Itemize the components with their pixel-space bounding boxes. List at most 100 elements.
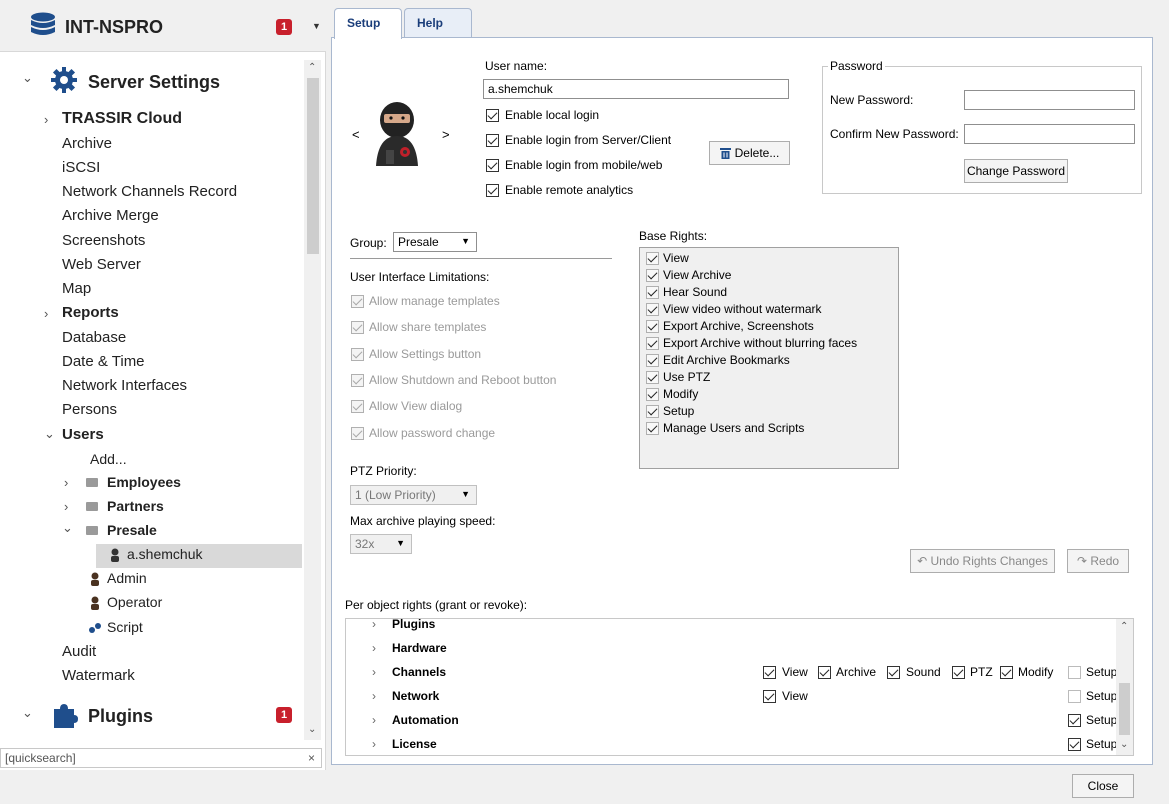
right-setup-checkbox[interactable] xyxy=(646,405,659,418)
undo-rights-button[interactable]: ↶ Undo Rights Changes xyxy=(910,549,1055,573)
chevron-right-icon[interactable]: › xyxy=(64,499,68,514)
tree-item-persons[interactable]: Persons xyxy=(62,401,117,418)
chevron-down-icon[interactable]: ⌄ xyxy=(22,705,33,721)
scroll-up-icon[interactable]: ⌃ xyxy=(308,62,316,73)
tree-item-screenshots[interactable]: Screenshots xyxy=(62,232,145,249)
new-password-field[interactable] xyxy=(964,90,1135,110)
object-row-plugins[interactable]: › Plugins xyxy=(346,619,1116,637)
confirm-password-field[interactable] xyxy=(964,124,1135,144)
right-view-no-watermark-checkbox[interactable] xyxy=(646,303,659,316)
channels-view-checkbox[interactable] xyxy=(763,666,776,679)
tree-item-plugins[interactable]: Plugins xyxy=(88,706,153,727)
enable-login-mobile-web-checkbox[interactable] xyxy=(486,159,499,172)
allow-manage-templates-checkbox[interactable] xyxy=(351,295,364,308)
group-select[interactable]: Presale ▼ xyxy=(393,232,477,252)
username-field[interactable]: a.shemchuk xyxy=(483,79,789,99)
sidebar-scrollbar[interactable]: ⌃ ⌄ xyxy=(304,60,321,740)
allow-password-change-checkbox[interactable] xyxy=(351,427,364,440)
right-edit-bookmarks-checkbox[interactable] xyxy=(646,354,659,367)
tree-item-iscsi[interactable]: iSCSI xyxy=(62,159,100,176)
max-speed-select[interactable]: 32x ▼ xyxy=(350,534,412,554)
tree-item-admin[interactable]: Admin xyxy=(107,570,147,586)
delete-button[interactable]: Delete... xyxy=(709,141,790,165)
right-view-archive-checkbox[interactable] xyxy=(646,269,659,282)
tree-item-a-shemchuk[interactable]: a.shemchuk xyxy=(127,546,202,562)
tree-item-archive-merge[interactable]: Archive Merge xyxy=(62,207,159,224)
tree-item-network-interfaces[interactable]: Network Interfaces xyxy=(62,377,187,394)
tree-item-network-channels-record[interactable]: Network Channels Record xyxy=(62,183,237,200)
allow-settings-button-checkbox[interactable] xyxy=(351,348,364,361)
tree-item-add-user[interactable]: Add... xyxy=(90,451,127,467)
chevron-down-icon[interactable]: ⌄ xyxy=(44,426,55,442)
channels-setup-checkbox[interactable] xyxy=(1068,666,1081,679)
right-modify-checkbox[interactable] xyxy=(646,388,659,401)
chevron-right-icon[interactable]: › xyxy=(372,689,376,703)
scroll-down-icon[interactable]: ⌄ xyxy=(308,724,316,735)
tab-setup[interactable]: Setup xyxy=(334,8,402,39)
channels-archive-checkbox[interactable] xyxy=(818,666,831,679)
enable-local-login-checkbox[interactable] xyxy=(486,109,499,122)
close-button[interactable]: Close xyxy=(1072,774,1134,798)
allow-view-dialog-checkbox[interactable] xyxy=(351,400,364,413)
chevron-down-icon[interactable]: ⌄ xyxy=(22,70,33,86)
tree-item-database[interactable]: Database xyxy=(62,329,126,346)
right-hear-sound-checkbox[interactable] xyxy=(646,286,659,299)
chevron-right-icon[interactable]: › xyxy=(64,475,68,490)
chevron-right-icon[interactable]: › xyxy=(44,306,48,321)
quicksearch-input[interactable]: [quicksearch] × xyxy=(0,748,322,768)
ninja-avatar-icon[interactable] xyxy=(372,98,422,168)
server-header[interactable]: INT-NSPRO 1 ▼ xyxy=(0,0,326,52)
tree-item-web-server[interactable]: Web Server xyxy=(62,256,141,273)
tree-item-partners[interactable]: Partners xyxy=(107,498,164,514)
chevron-right-icon[interactable]: › xyxy=(372,737,376,751)
tree-item-operator[interactable]: Operator xyxy=(107,594,162,610)
tree-item-reports[interactable]: Reports xyxy=(62,304,119,321)
license-setup-checkbox[interactable] xyxy=(1068,738,1081,751)
chevron-down-icon[interactable]: ▼ xyxy=(312,21,321,31)
object-row-network[interactable]: › Network View Setup xyxy=(346,685,1117,709)
tree-item-presale[interactable]: Presale xyxy=(107,522,157,538)
object-row-automation[interactable]: › Automation Setup xyxy=(346,709,1117,733)
tab-help[interactable]: Help xyxy=(404,8,472,38)
prev-avatar-button[interactable]: < xyxy=(352,127,360,142)
clear-icon[interactable]: × xyxy=(308,751,315,765)
object-row-channels[interactable]: › Channels View Archive Sound PTZ Modify… xyxy=(346,661,1117,685)
chevron-right-icon[interactable]: › xyxy=(372,713,376,727)
right-export-no-blur-checkbox[interactable] xyxy=(646,337,659,350)
chevron-right-icon[interactable]: › xyxy=(44,112,48,127)
tree-item-script[interactable]: Script xyxy=(107,619,143,635)
chevron-down-icon[interactable]: ⌄ xyxy=(62,520,73,536)
scrollbar-thumb[interactable] xyxy=(1119,683,1130,735)
scroll-down-icon[interactable]: ⌄ xyxy=(1120,739,1128,750)
allow-share-templates-checkbox[interactable] xyxy=(351,321,364,334)
chevron-right-icon[interactable]: › xyxy=(372,641,376,655)
right-use-ptz-checkbox[interactable] xyxy=(646,371,659,384)
allow-shutdown-reboot-checkbox[interactable] xyxy=(351,374,364,387)
tree-item-watermark[interactable]: Watermark xyxy=(62,667,135,684)
channels-modify-checkbox[interactable] xyxy=(1000,666,1013,679)
tree-item-server-settings[interactable]: Server Settings xyxy=(88,72,220,93)
chevron-right-icon[interactable]: › xyxy=(372,665,376,679)
tree-item-date-time[interactable]: Date & Time xyxy=(62,353,145,370)
next-avatar-button[interactable]: > xyxy=(442,127,450,142)
network-view-checkbox[interactable] xyxy=(763,690,776,703)
enable-login-server-client-checkbox[interactable] xyxy=(486,134,499,147)
object-row-hardware[interactable]: › Hardware xyxy=(346,637,1116,661)
automation-setup-checkbox[interactable] xyxy=(1068,714,1081,727)
channels-ptz-checkbox[interactable] xyxy=(952,666,965,679)
change-password-button[interactable]: Change Password xyxy=(964,159,1068,183)
ptz-priority-select[interactable]: 1 (Low Priority) ▼ xyxy=(350,485,477,505)
redo-button[interactable]: ↷ Redo xyxy=(1067,549,1129,573)
tree-item-employees[interactable]: Employees xyxy=(107,474,181,490)
scrollbar-thumb[interactable] xyxy=(307,78,319,254)
chevron-right-icon[interactable]: › xyxy=(372,619,376,631)
tree-item-map[interactable]: Map xyxy=(62,280,91,297)
tree-item-archive[interactable]: Archive xyxy=(62,135,112,152)
enable-remote-analytics-checkbox[interactable] xyxy=(486,184,499,197)
object-list-scrollbar[interactable]: ⌃ ⌄ xyxy=(1116,619,1133,755)
right-view-checkbox[interactable] xyxy=(646,252,659,265)
object-row-license[interactable]: › License Setup xyxy=(346,733,1117,755)
right-manage-users-checkbox[interactable] xyxy=(646,422,659,435)
tree-item-trassir-cloud[interactable]: TRASSIR Cloud xyxy=(62,110,182,128)
tree-item-users[interactable]: Users xyxy=(62,426,104,443)
